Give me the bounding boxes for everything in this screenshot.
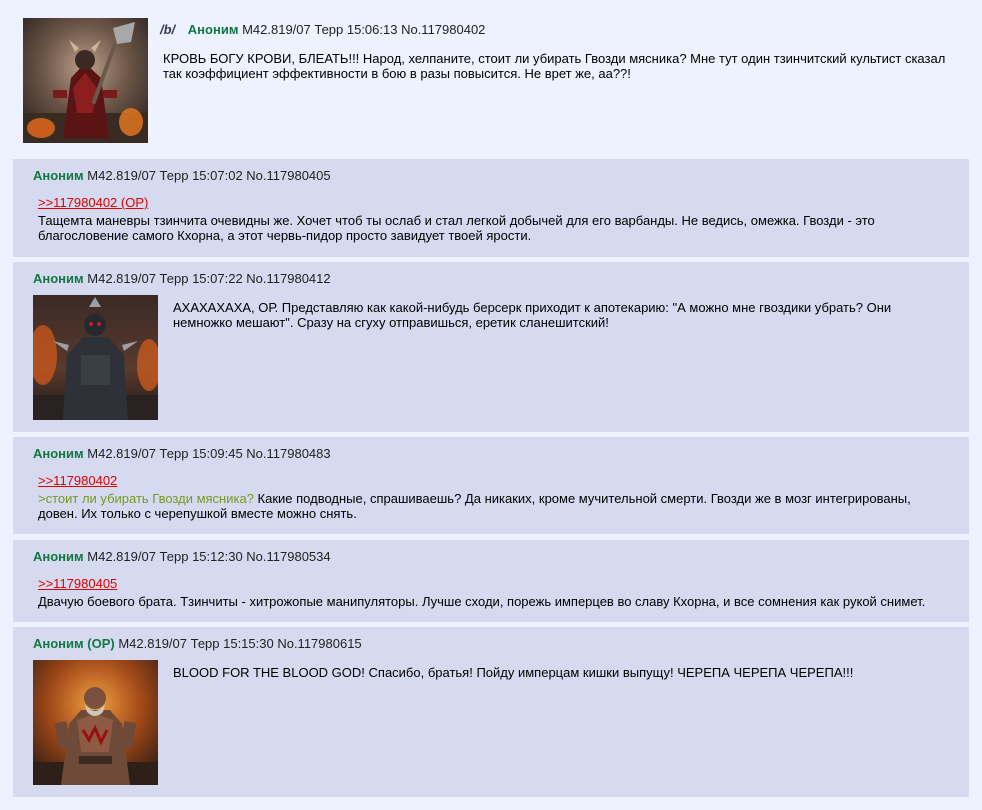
poster-name: Аноним (33, 549, 84, 564)
reply-post: Аноним М42.819/07 Терр 15:07:22 No.11798… (13, 262, 969, 432)
board-name[interactable]: /b/ (160, 22, 175, 37)
post-meta[interactable]: М42.819/07 Терр 15:12:30 No.117980534 (87, 549, 330, 564)
reply-post: Аноним М42.819/07 Терр 15:09:45 No.11798… (13, 437, 969, 534)
reply-header: Аноним М42.819/07 Терр 15:07:02 No.11798… (33, 168, 331, 183)
poster-name: Аноним (187, 22, 239, 37)
reply-text: >стоит ли убирать Гвозди мясника? Какие … (38, 491, 953, 521)
post-meta[interactable]: М42.819/07 Терр 15:09:45 No.117980483 (87, 446, 330, 461)
poster-name: Аноним (OP) (33, 636, 115, 651)
reply-header: Аноним М42.819/07 Терр 15:12:30 No.11798… (33, 549, 331, 564)
poster-name: Аноним (33, 271, 84, 286)
reply-image-thumbnail[interactable] (33, 660, 158, 785)
poster-name: Аноним (33, 446, 84, 461)
reply-text: АХАХАХАХА, ОР. Представляю как какой-ниб… (173, 300, 892, 330)
reply-image-thumbnail[interactable] (33, 295, 158, 420)
reply-post: Аноним М42.819/07 Терр 15:07:02 No.11798… (13, 159, 969, 257)
reply-text: BLOOD FOR THE BLOOD GOD! Спасибо, братья… (173, 665, 854, 680)
post-meta[interactable]: М42.819/07 Терр 15:07:02 No.117980405 (87, 168, 330, 183)
reply-quote-link[interactable]: >>117980402 (38, 473, 117, 488)
post-meta[interactable]: М42.819/07 Терр 15:07:22 No.117980412 (87, 271, 330, 286)
reply-header: Аноним (OP) М42.819/07 Терр 15:15:30 No.… (33, 636, 362, 651)
reply-header: Аноним М42.819/07 Терр 15:09:45 No.11798… (33, 446, 331, 461)
op-image-thumbnail[interactable] (23, 18, 148, 143)
reply-quote-link[interactable]: >>117980405 (38, 576, 117, 591)
reply-header: Аноним М42.819/07 Терр 15:07:22 No.11798… (33, 271, 331, 286)
poster-name: Аноним (33, 168, 84, 183)
reply-quote-link[interactable]: >>117980402 (OP) (38, 195, 148, 210)
op-post-header: /b/ Аноним М42.819/07 Терр 15:06:13 No.1… (160, 22, 485, 37)
op-post-text: КРОВЬ БОГУ КРОВИ, БЛЕАТЬ!!! Народ, хелпа… (163, 51, 946, 81)
reply-text: Двачую боевого брата. Тзинчиты - хитрожо… (38, 594, 926, 609)
op-post: /b/ Аноним М42.819/07 Терр 15:06:13 No.1… (0, 0, 982, 150)
post-meta[interactable]: М42.819/07 Терр 15:06:13 No.117980402 (242, 22, 485, 37)
reply-post: Аноним (OP) М42.819/07 Терр 15:15:30 No.… (13, 627, 969, 797)
reply-text: Тащемта маневры тзинчита очевидны же. Хо… (38, 213, 875, 243)
reply-post: Аноним М42.819/07 Терр 15:12:30 No.11798… (13, 540, 969, 622)
post-meta[interactable]: М42.819/07 Терр 15:15:30 No.117980615 (118, 636, 361, 651)
greentext-quote: >стоит ли убирать Гвозди мясника? (38, 491, 254, 506)
